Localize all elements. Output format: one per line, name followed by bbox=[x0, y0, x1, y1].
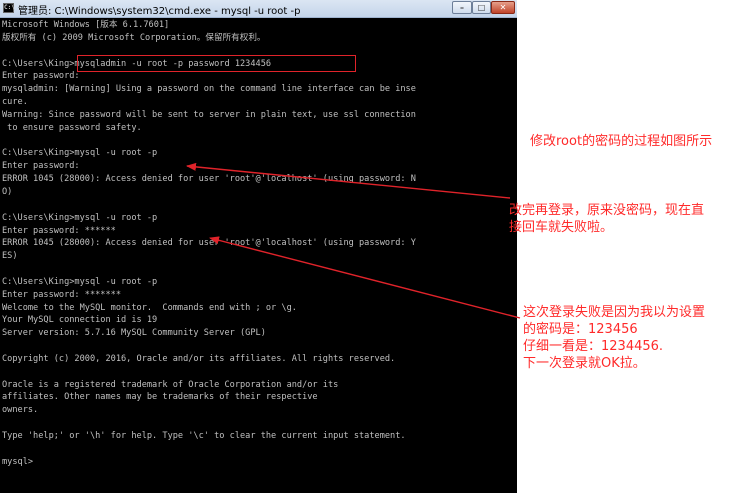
console-line: O) bbox=[2, 186, 13, 197]
console-line: Warning: Since password will be sent to … bbox=[2, 109, 416, 120]
annotation-line: 仔细一看是：1234456. bbox=[523, 339, 664, 354]
close-button[interactable]: ✕ bbox=[491, 1, 515, 14]
console-line: owners. bbox=[2, 405, 39, 416]
console-line: Oracle is a registered trademark of Orac… bbox=[2, 379, 339, 390]
console-line: Enter password: bbox=[2, 71, 80, 82]
console-line: 版权所有 (c) 2009 Microsoft Corporation。保留所有… bbox=[2, 32, 266, 43]
highlight-box bbox=[77, 55, 356, 72]
console-line: C:\Users\King>mysql -u root -p bbox=[2, 212, 158, 223]
annotation-line: 改完再登录，原来没密码，现在直 bbox=[509, 203, 705, 218]
console-line: mysqladmin: [Warning] Using a password o… bbox=[2, 84, 416, 95]
window-title: 管理员: C:\Windows\system32\cmd.exe - mysql… bbox=[18, 6, 301, 17]
cmd-window: C:\ 管理员: C:\Windows\system32\cmd.exe - m… bbox=[0, 0, 517, 493]
console-line: C:\Users\King>mysql -u root -p bbox=[2, 276, 158, 287]
annotation-note-login-failed-no-password: 改完再登录，原来没密码，现在直 接回车就失败啦。 bbox=[509, 202, 704, 236]
console-line: mysql> bbox=[2, 456, 34, 467]
annotation-line: 接回车就失败啦。 bbox=[509, 220, 614, 235]
console-line: Enter password: ******* bbox=[2, 289, 121, 300]
console-output[interactable]: Microsoft Windows [版本 6.1.7601] 版权所有 (c) … bbox=[2, 19, 515, 493]
console-line: affiliates. Other names may be trademark… bbox=[2, 392, 318, 403]
console-line: to ensure password safety. bbox=[2, 122, 142, 133]
console-line: C:\Users\King>mysql -u root -p bbox=[2, 148, 158, 159]
title-bar[interactable]: C:\ 管理员: C:\Windows\system32\cmd.exe - m… bbox=[0, 0, 517, 18]
console-line: Your MySQL connection id is 19 bbox=[2, 315, 158, 326]
annotation-note-change-root-password: 修改root的密码的过程如图所示 bbox=[530, 133, 712, 150]
annotation-line: 修改root的密码的过程如图所示 bbox=[530, 134, 713, 149]
annotation-line: 这次登录失败是因为我以为设置 bbox=[523, 305, 706, 320]
console-line: ES) bbox=[2, 251, 18, 262]
console-line: Enter password: bbox=[2, 161, 80, 172]
console-line: Enter password: ****** bbox=[2, 225, 116, 236]
console-line: Copyright (c) 2000, 2016, Oracle and/or … bbox=[2, 353, 396, 364]
annotation-line: 的密码是：123456 bbox=[523, 322, 638, 337]
console-line: Type 'help;' or '\h' for help. Type '\c'… bbox=[2, 431, 406, 441]
maximize-button[interactable]: □ bbox=[472, 1, 491, 14]
annotation-line: 下一次登录就OK拉。 bbox=[523, 356, 646, 371]
annotation-note-wrong-password-explanation: 这次登录失败是因为我以为设置 的密码是：123456 仔细一看是：1234456. 下… bbox=[523, 304, 705, 372]
console-line: ERROR 1045 (28000): Access denied for us… bbox=[2, 238, 416, 249]
cmd-app-icon[interactable]: C:\ bbox=[3, 3, 15, 13]
console-line: ERROR 1045 (28000): Access denied for us… bbox=[2, 174, 416, 185]
console-line: Microsoft Windows [版本 6.1.7601] bbox=[2, 20, 170, 30]
console-line: cure. bbox=[2, 97, 28, 108]
console-line: Welcome to the MySQL monitor. Commands e… bbox=[2, 302, 297, 313]
console-line: Server version: 5.7.16 MySQL Community S… bbox=[2, 328, 266, 339]
minimize-button[interactable]: – bbox=[452, 1, 472, 14]
